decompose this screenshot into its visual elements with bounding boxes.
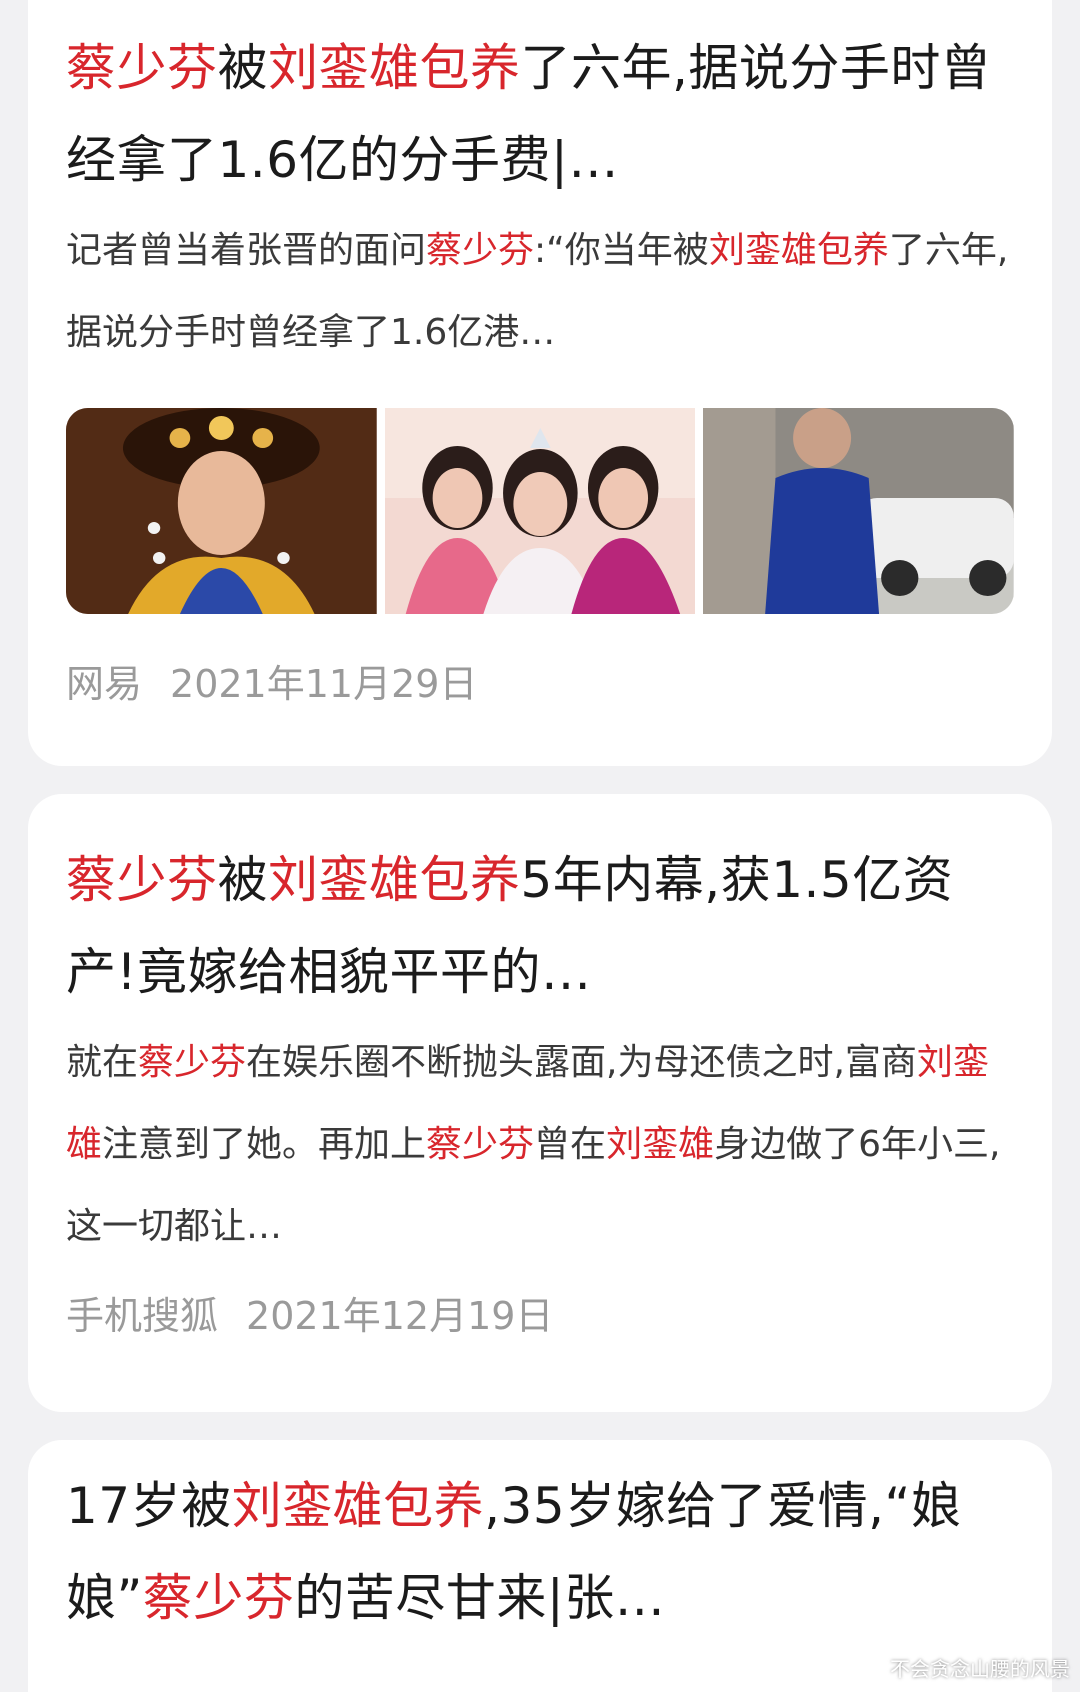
text-segment: :“你当年被: [534, 230, 709, 271]
result-card-2[interactable]: 蔡少芬被刘銮雄包养5年内幕,获1.5亿资产!竟嫁给相貌平平的… 就在蔡少芬在娱乐…: [28, 794, 1052, 1412]
thumbnail-street-photo[interactable]: [703, 408, 1015, 614]
highlighted-keyword: 蔡少芬: [426, 230, 535, 271]
result-title[interactable]: 蔡少芬被刘銮雄包养5年内幕,获1.5亿资产!竟嫁给相貌平平的…: [66, 834, 1014, 1018]
result-snippet: 就在蔡少芬在娱乐圈不断抛头露面,为母还债之时,富商刘銮雄注意到了她。再加上蔡少芬…: [66, 1022, 1014, 1268]
search-results-feed: 蔡少芬被刘銮雄包养了六年,据说分手时曾经拿了1.6亿的分手费|… 记者曾当着张晋…: [0, 0, 1080, 1692]
text-segment: 被: [217, 39, 268, 97]
text-segment: 注意到了她。再加上: [102, 1124, 427, 1165]
highlighted-keyword: 刘銮雄包养: [708, 230, 889, 271]
result-snippet: 记者曾当着张晋的面问蔡少芬:“你当年被刘銮雄包养了六年,据说分手时曾经拿了1.6…: [66, 210, 1014, 374]
text-segment: 曾在: [534, 1124, 607, 1165]
text-segment: 在娱乐圈不断抛头露面,为母还债之时,富商: [246, 1042, 917, 1083]
text-segment: 17岁被: [66, 1477, 232, 1535]
source-label: 手机搜狐: [66, 1294, 219, 1338]
result-title[interactable]: 17岁被刘銮雄包养,35岁嫁给了爱情,“娘娘”蔡少芬的苦尽甘来|张…: [66, 1460, 1014, 1644]
result-meta: 手机搜狐 2021年12月19日: [66, 1288, 1014, 1344]
result-meta: 网易 2021年11月29日: [66, 656, 1014, 712]
text-segment: 的苦尽甘来|张…: [294, 1569, 666, 1627]
result-card-1[interactable]: 蔡少芬被刘銮雄包养了六年,据说分手时曾经拿了1.6亿的分手费|… 记者曾当着张晋…: [28, 0, 1052, 766]
text-segment: 记者曾当着张晋的面问: [66, 230, 427, 271]
text-segment: 就在: [66, 1042, 139, 1083]
highlighted-keyword: 刘銮雄包养: [231, 1477, 485, 1535]
thumbnail-row[interactable]: [66, 408, 1015, 614]
highlighted-keyword: 刘銮雄包养: [268, 851, 521, 909]
date-label: 2021年11月29日: [170, 662, 478, 706]
highlighted-keyword: 蔡少芬: [142, 1569, 295, 1627]
highlighted-keyword: 蔡少芬: [138, 1042, 247, 1083]
text-segment: 被: [217, 851, 268, 909]
watermark-text: 不会贪念山腰的风景: [890, 1657, 1070, 1681]
result-title[interactable]: 蔡少芬被刘銮雄包养了六年,据说分手时曾经拿了1.6亿的分手费|…: [66, 22, 1014, 206]
highlighted-keyword: 蔡少芬: [426, 1124, 535, 1165]
date-label: 2021年12月19日: [246, 1294, 554, 1338]
highlighted-keyword: 蔡少芬: [66, 39, 218, 97]
highlighted-keyword: 刘銮雄包养: [268, 39, 521, 97]
highlighted-keyword: 蔡少芬: [66, 851, 218, 909]
thumbnail-qing-costume-photo[interactable]: [66, 408, 377, 614]
source-label: 网易: [66, 662, 143, 706]
highlighted-keyword: 刘銮雄: [606, 1124, 715, 1165]
thumbnail-pageant-photo[interactable]: [384, 408, 696, 614]
